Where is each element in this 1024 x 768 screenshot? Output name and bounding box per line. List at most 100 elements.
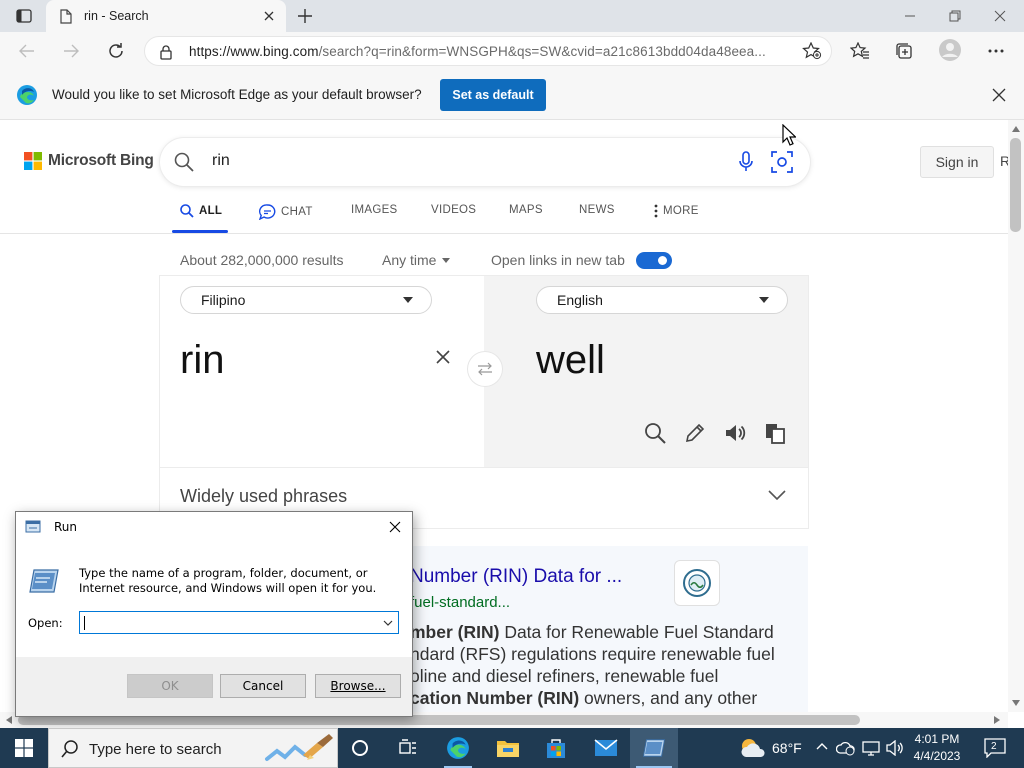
source-text[interactable]: rin — [180, 338, 224, 383]
search-icon[interactable] — [644, 422, 666, 444]
tab-chat[interactable]: CHAT — [259, 204, 313, 220]
chevron-up-icon[interactable] — [816, 742, 828, 750]
weather-icon[interactable] — [738, 737, 768, 759]
microsoft-logo-icon — [24, 152, 42, 170]
tab-actions-button[interactable] — [10, 6, 38, 26]
minimize-icon — [905, 15, 915, 17]
open-links-toggle[interactable] — [636, 252, 672, 269]
chevron-down-icon[interactable] — [768, 490, 786, 500]
bing-logo[interactable]: Microsoft Bing — [24, 152, 154, 170]
open-combobox[interactable] — [79, 611, 399, 634]
restore-button[interactable] — [941, 6, 969, 26]
cancel-button[interactable]: Cancel — [220, 674, 306, 698]
microphone-icon[interactable] — [738, 151, 754, 173]
infobar-close-icon[interactable] — [992, 88, 1006, 102]
sign-in-button[interactable]: Sign in — [920, 146, 994, 178]
run-dialog-titlebar[interactable]: Run — [16, 512, 412, 542]
scroll-right-icon — [994, 716, 1000, 724]
refresh-icon — [109, 43, 123, 58]
rewards-label[interactable]: R — [1000, 153, 1008, 169]
clock-time[interactable]: 4:01 PM — [905, 732, 969, 746]
speaker-icon[interactable] — [724, 423, 746, 443]
forward-arrow-icon — [64, 44, 79, 58]
target-language-select[interactable]: English — [536, 286, 788, 314]
search-scope-bar: ALL CHAT IMAGES VIDEOS MAPS NEWS MORE — [0, 196, 1008, 234]
start-button[interactable] — [0, 728, 48, 768]
avatar-icon — [939, 39, 961, 61]
scroll-up-icon — [1012, 126, 1020, 132]
results-count: About 282,000,000 results — [180, 252, 344, 268]
task-view-icon — [399, 739, 416, 754]
tab-all[interactable]: ALL — [180, 204, 222, 218]
tab-images[interactable]: IMAGES — [351, 204, 398, 216]
active-tab-underline — [172, 230, 228, 233]
task-view-cortana-button[interactable] — [336, 728, 384, 768]
tab-close-icon[interactable] — [262, 9, 276, 23]
scroll-down-icon — [1012, 700, 1020, 706]
run-dialog-title: Run — [54, 520, 78, 534]
taskbar-edge[interactable] — [434, 728, 482, 768]
visual-search-icon[interactable] — [771, 151, 793, 173]
result-url[interactable]: fuel-standard... — [410, 594, 510, 611]
network-icon[interactable] — [862, 740, 880, 756]
onedrive-sync-icon[interactable] — [836, 740, 856, 756]
notification-count: 2 — [991, 741, 997, 752]
translator-widget: Filipino English rin well — [160, 276, 808, 468]
result-thumbnail[interactable] — [674, 560, 720, 606]
tab-news[interactable]: NEWS — [579, 204, 615, 216]
forward-button[interactable] — [58, 39, 84, 63]
minimize-button[interactable] — [896, 6, 924, 26]
browser-toolbar: https://www.bing.com/search?q=rin&form=W… — [0, 32, 1024, 70]
tab-maps[interactable]: MAPS — [509, 204, 543, 216]
ok-button[interactable]: OK — [127, 674, 213, 698]
close-window-button[interactable] — [986, 6, 1014, 26]
refresh-button[interactable] — [103, 39, 129, 63]
taskbar-search-box[interactable]: Type here to search — [48, 728, 338, 768]
swap-languages-button[interactable] — [468, 352, 502, 386]
task-view-button[interactable] — [384, 728, 432, 768]
caret-down-icon — [403, 297, 413, 303]
store-icon — [547, 739, 565, 758]
scroll-left-icon — [6, 716, 12, 724]
tab-more[interactable]: MORE — [654, 204, 699, 218]
epa-seal-icon — [683, 569, 711, 597]
edge-logo-icon — [16, 84, 38, 106]
taskbar-file-explorer[interactable] — [484, 728, 532, 768]
page-icon — [60, 9, 72, 24]
search-icon — [180, 204, 194, 218]
profile-button[interactable] — [937, 38, 963, 62]
settings-more-button[interactable] — [983, 39, 1009, 63]
source-language-select[interactable]: Filipino — [180, 286, 432, 314]
address-bar[interactable]: https://www.bing.com/search?q=rin&form=W… — [144, 36, 832, 66]
result-snippet-line: oline and diesel refiners, renewable fue… — [410, 666, 719, 686]
open-dropdown-button[interactable] — [378, 612, 398, 633]
notifications-button[interactable]: 2 — [984, 738, 1006, 758]
taskbar-run[interactable] — [630, 728, 678, 768]
vertical-scroll-thumb[interactable] — [1010, 138, 1021, 232]
search-box[interactable]: rin — [160, 138, 810, 186]
copy-icon[interactable] — [764, 422, 786, 444]
chat-icon — [259, 204, 276, 220]
browse-button[interactable]: Browse... — [315, 674, 401, 698]
clear-text-icon[interactable] — [436, 350, 450, 364]
edit-pencil-icon[interactable] — [684, 422, 706, 444]
clock-date[interactable]: 4/4/2023 — [905, 749, 969, 763]
set-as-default-button[interactable]: Set as default — [440, 79, 546, 111]
favorites-button[interactable] — [847, 39, 873, 63]
taskbar-mail[interactable] — [582, 728, 630, 768]
collections-button[interactable] — [891, 39, 917, 63]
weather-temperature[interactable]: 68°F — [772, 740, 802, 756]
taskbar-search-placeholder: Type here to search — [89, 741, 222, 758]
result-title-link[interactable]: Number (RIN) Data for ... — [410, 566, 622, 588]
volume-icon[interactable] — [886, 740, 904, 756]
tab-videos[interactable]: VIDEOS — [431, 204, 476, 216]
run-close-button[interactable] — [386, 518, 404, 536]
time-filter-dropdown[interactable]: Any time — [382, 252, 451, 268]
taskbar-store[interactable] — [532, 728, 580, 768]
browser-tab-active[interactable]: rin - Search — [46, 0, 286, 32]
search-input[interactable]: rin — [212, 152, 230, 170]
new-tab-button[interactable] — [294, 6, 316, 26]
back-button[interactable] — [14, 39, 40, 63]
default-browser-infobar: Would you like to set Microsoft Edge as … — [0, 70, 1024, 120]
add-favorite-button[interactable] — [799, 39, 825, 63]
